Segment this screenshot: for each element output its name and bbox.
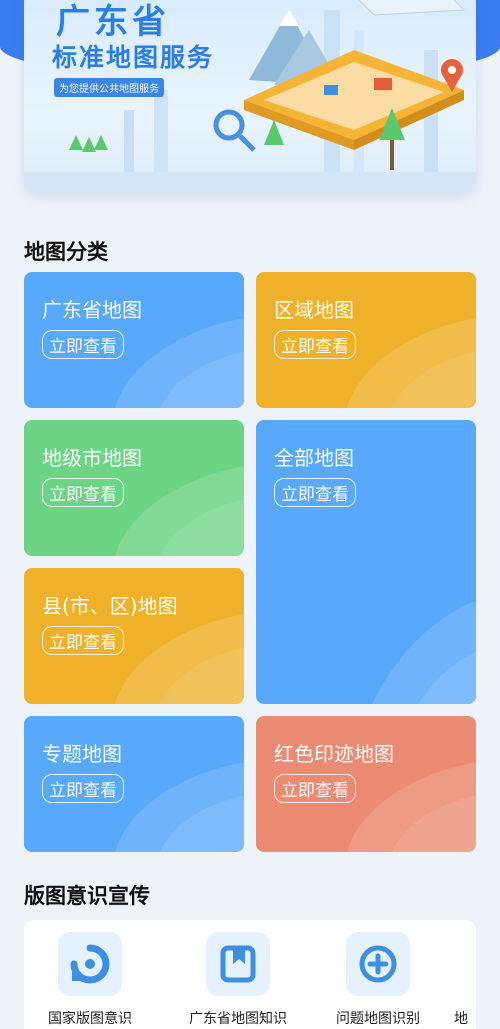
hero-subtitle: 标准地图服务: [52, 43, 215, 72]
item-label: 广东省地图知识: [189, 1011, 287, 1027]
refresh-map-icon: [70, 944, 110, 984]
card-guangdong-map[interactable]: 广东省地图 立即查看: [24, 272, 244, 408]
view-button[interactable]: 立即查看: [274, 478, 356, 507]
card-red-heritage-map[interactable]: 红色印迹地图 立即查看: [256, 716, 476, 852]
card-title: 专题地图: [42, 742, 122, 766]
card-city-map[interactable]: 地级市地图 立即查看: [24, 420, 244, 556]
item-label: 国家版图意识: [48, 1011, 132, 1027]
card-title: 广东省地图: [42, 298, 142, 322]
add-circle-icon: [359, 945, 397, 983]
awareness-item-partial[interactable]: 地: [454, 932, 476, 1028]
awareness-panel: 国家版图意识 广东省地图知识 问题地图识别 地: [24, 920, 476, 1029]
item-label: 问题地图识别: [336, 1011, 420, 1027]
view-button[interactable]: 立即查看: [42, 774, 124, 803]
card-title: 全部地图: [274, 446, 354, 470]
view-button[interactable]: 立即查看: [42, 626, 124, 655]
awareness-item-national[interactable]: 国家版图意识: [36, 932, 144, 1028]
section-title-categories: 地图分类: [24, 240, 108, 264]
hero-banner[interactable]: 广东省 标准地图服务 为您提供公共地图服务: [24, 0, 476, 192]
card-title: 区域地图: [274, 298, 354, 322]
view-button[interactable]: 立即查看: [42, 478, 124, 507]
card-all-maps[interactable]: 全部地图 立即查看: [256, 420, 476, 704]
awareness-item-guangdong[interactable]: 广东省地图知识: [172, 932, 304, 1028]
section-title-awareness: 版图意识宣传: [24, 884, 150, 908]
card-title: 地级市地图: [42, 446, 142, 470]
view-button[interactable]: 立即查看: [274, 774, 356, 803]
card-title: 县(市、区)地图: [42, 594, 178, 618]
hero-tagline: 为您提供公共地图服务: [54, 78, 164, 97]
view-button[interactable]: 立即查看: [42, 330, 124, 359]
card-thematic-map[interactable]: 专题地图 立即查看: [24, 716, 244, 852]
view-button[interactable]: 立即查看: [274, 330, 356, 359]
item-label: 地: [454, 1011, 468, 1027]
card-region-map[interactable]: 区域地图 立即查看: [256, 272, 476, 408]
bookmark-book-icon: [220, 945, 256, 983]
hero-title: 广东省: [56, 2, 170, 42]
card-title: 红色印迹地图: [274, 742, 394, 766]
awareness-item-problem-map[interactable]: 问题地图识别: [320, 932, 436, 1028]
card-county-map[interactable]: 县(市、区)地图 立即查看: [24, 568, 244, 704]
